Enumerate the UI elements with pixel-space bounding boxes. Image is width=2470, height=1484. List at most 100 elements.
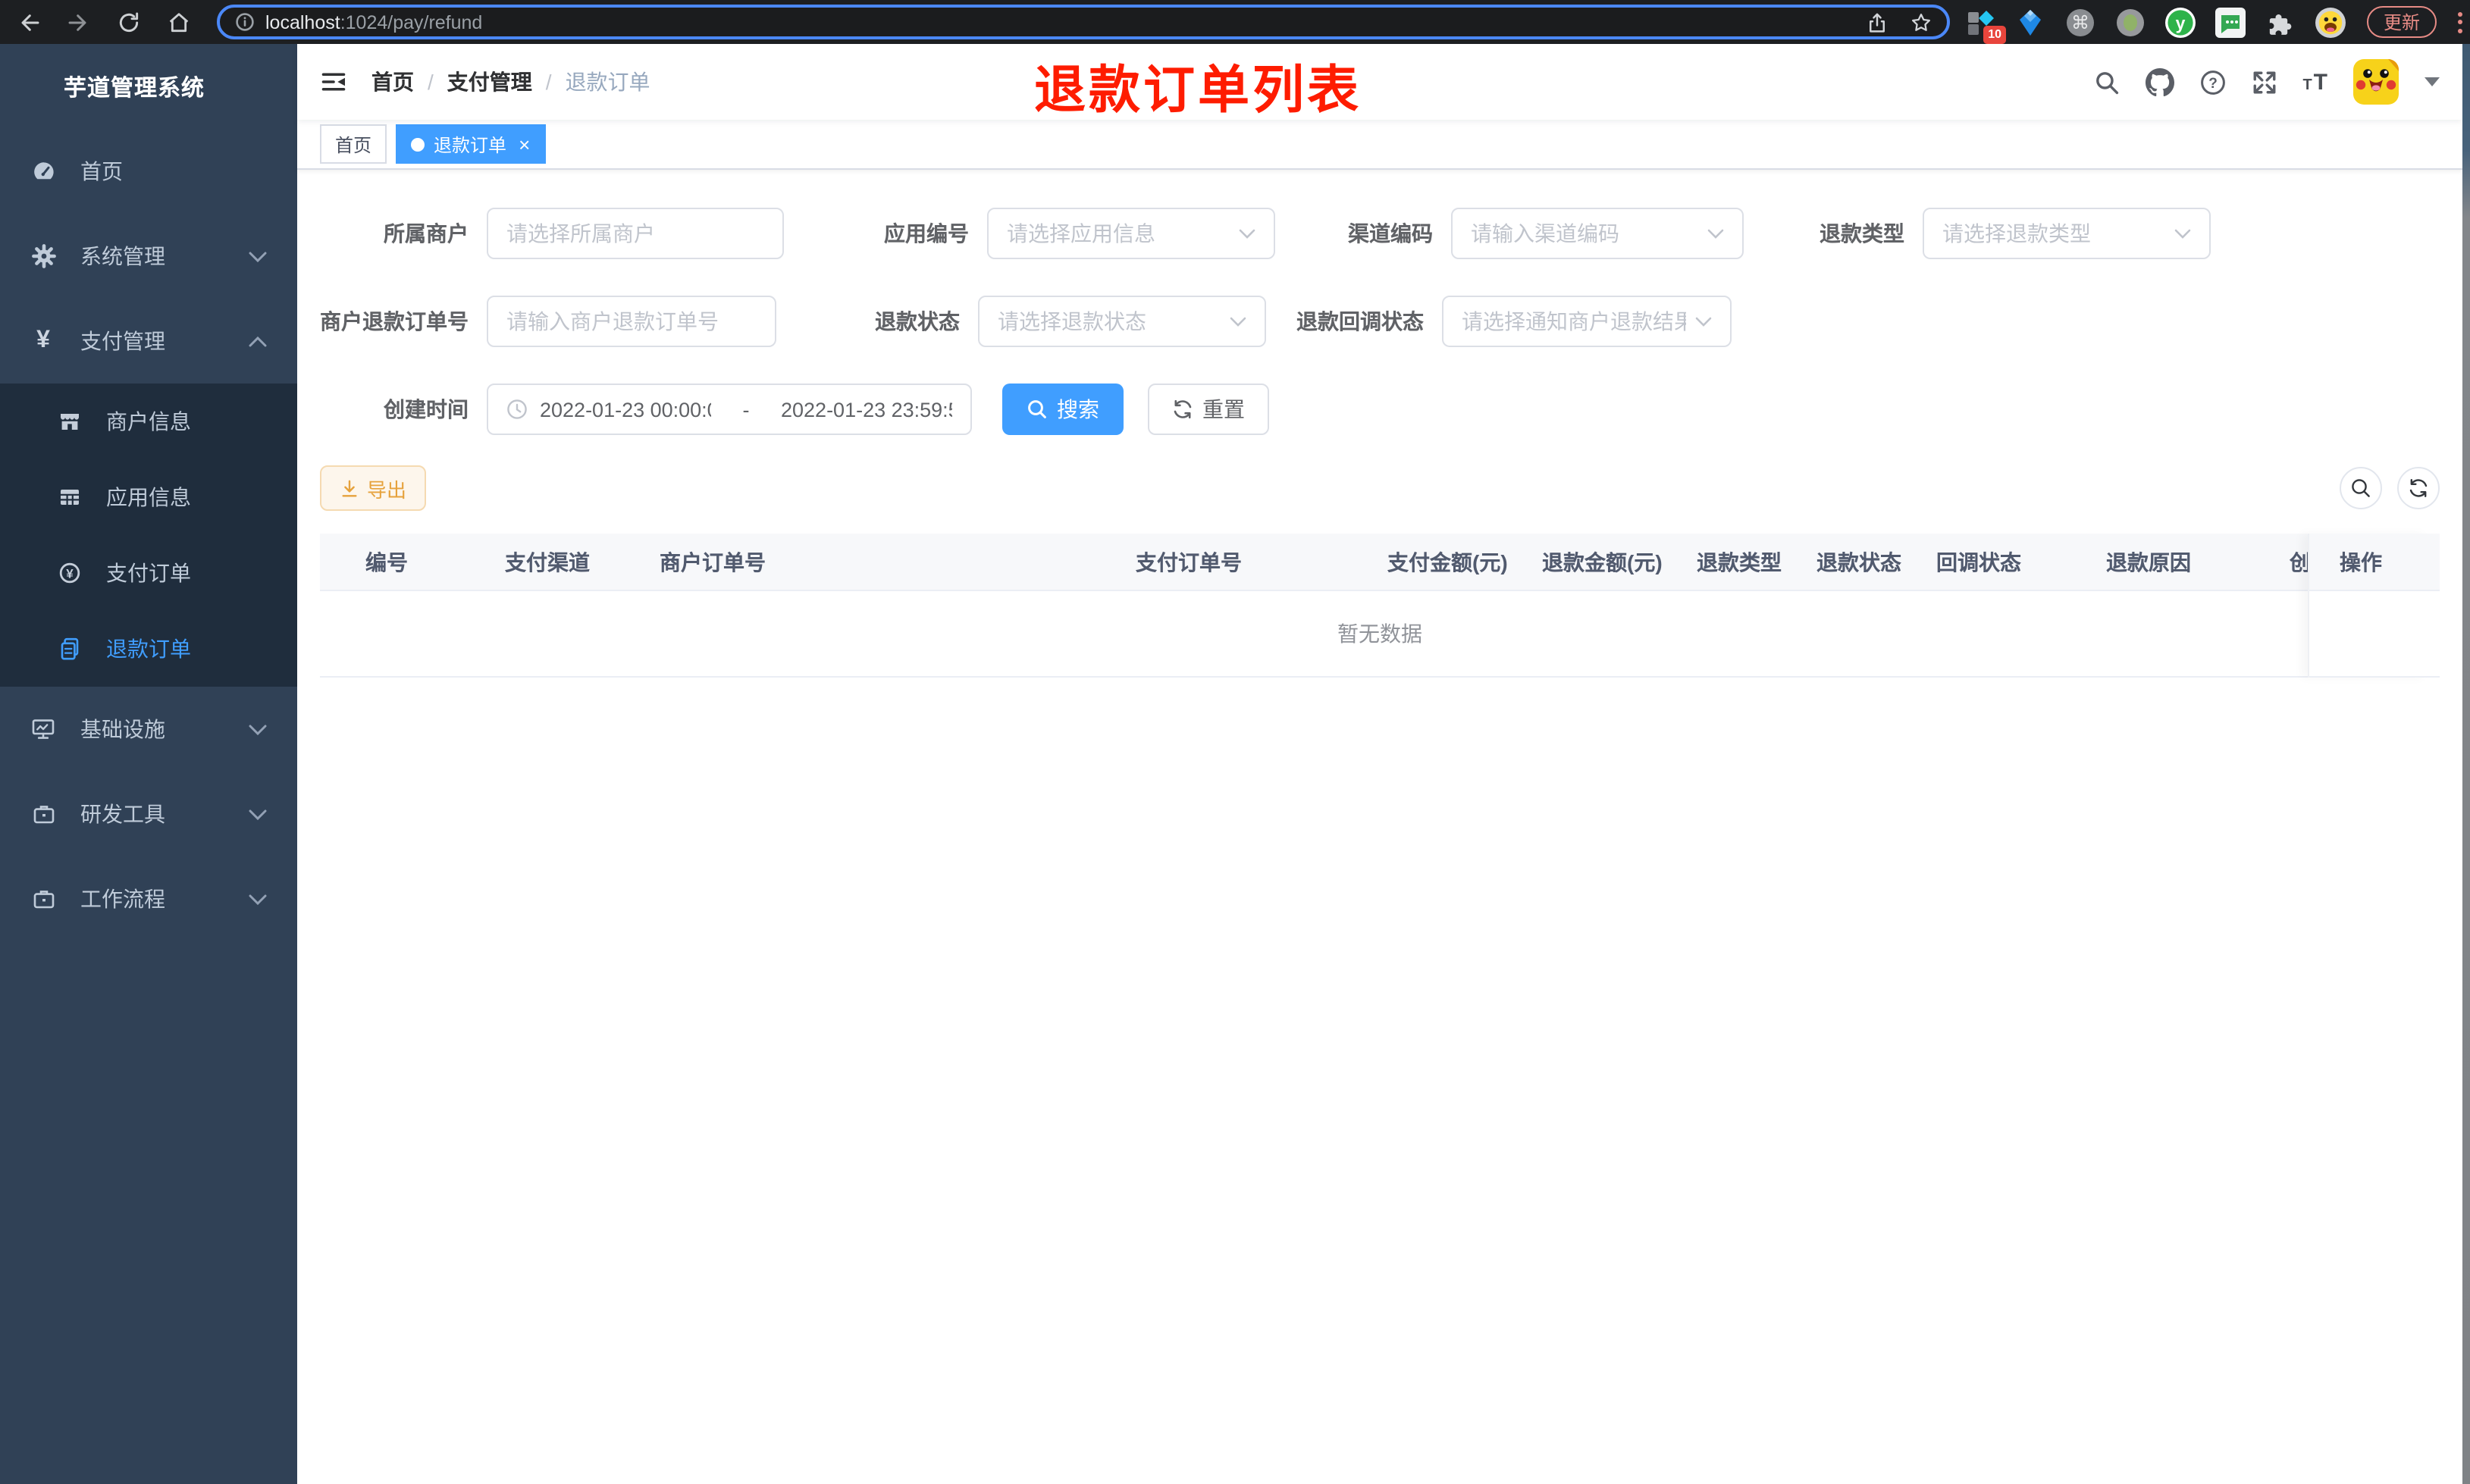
home-icon[interactable] <box>167 10 191 34</box>
search-button[interactable]: 搜索 <box>1002 384 1124 435</box>
url-host: localhost <box>265 11 340 33</box>
storefront-icon <box>58 409 82 434</box>
clock-icon <box>506 399 528 420</box>
column-header: 编号 <box>365 549 408 574</box>
filter-create-time: 创建时间 2022-01-23 00:00:00 - 2022-01-23 23… <box>320 384 972 435</box>
filter-refund-type: 退款类型 请选择退款类型 <box>1744 208 2211 259</box>
yen-icon: ¥ <box>36 327 50 353</box>
gem-extension-icon[interactable] <box>2015 7 2045 37</box>
address-bar[interactable]: localhost:1024/pay/refund <box>217 5 1950 39</box>
channel-select[interactable]: 请输入渠道编码 <box>1451 208 1744 259</box>
active-dot <box>411 137 425 151</box>
sidebar-item-merchant-info[interactable]: 商户信息 <box>0 384 297 459</box>
refresh-table-button[interactable] <box>2397 467 2440 509</box>
toggle-search-button[interactable] <box>2340 467 2382 509</box>
filter-row-2: 商户退款订单号 退款状态 请选择退款状态 退款回调状态 请选择通知商户退款 <box>320 296 2440 347</box>
sidebar-item-system[interactable]: 系统管理 <box>0 214 297 299</box>
tab-refund-order[interactable]: 退款订单 × <box>396 124 546 164</box>
y-extension-icon[interactable]: y <box>2165 7 2196 37</box>
reset-label: 重置 <box>1202 397 1245 421</box>
scrollbar-track[interactable] <box>2462 44 2470 1484</box>
breadcrumb-payment[interactable]: 支付管理 <box>447 67 532 97</box>
recorder-extension-icon[interactable] <box>2115 7 2146 37</box>
close-icon[interactable]: × <box>519 134 530 154</box>
app-title: 芋道管理系统 <box>64 75 205 101</box>
sidebar-item-label: 支付管理 <box>80 329 165 353</box>
chat-extension-icon[interactable] <box>2215 7 2246 37</box>
share-icon[interactable] <box>1867 11 1888 33</box>
font-size-icon[interactable]: TT <box>2302 69 2327 95</box>
help-icon[interactable]: ? <box>2199 69 2225 95</box>
forward-icon[interactable] <box>67 10 91 34</box>
user-avatar[interactable] <box>2353 59 2399 105</box>
chevron-down-icon <box>1239 228 1255 239</box>
command-extension-icon[interactable]: ⌘ <box>2065 7 2095 37</box>
avatar-caret-icon[interactable] <box>2425 77 2440 86</box>
briefcase-icon <box>30 802 56 826</box>
collapse-sidebar-icon[interactable] <box>320 68 347 95</box>
chrome-update-button[interactable]: 更新 <box>2367 6 2437 38</box>
sidebar-item-payment[interactable]: ¥ 支付管理 <box>0 299 297 384</box>
export-button[interactable]: 导出 <box>320 465 427 511</box>
field-label: 退款类型 <box>1820 221 1904 246</box>
chevron-down-icon <box>1230 316 1246 327</box>
fullscreen-icon[interactable] <box>2251 69 2277 95</box>
refund-type-select[interactable]: 请选择退款类型 <box>1923 208 2211 259</box>
sidebar-item-label: 基础设施 <box>80 717 165 741</box>
profile-emoji-icon[interactable] <box>2315 7 2346 37</box>
svg-text:y: y <box>2176 12 2186 32</box>
sidebar-logo[interactable]: 芋道管理系统 <box>0 44 297 129</box>
sidebar-item-pay-order[interactable]: ¥ 支付订单 <box>0 535 297 611</box>
table-toolbar: 导出 <box>320 465 2440 511</box>
column-header: 支付金额(元) <box>1387 549 1508 574</box>
extensions-puzzle-icon[interactable] <box>2265 7 2296 37</box>
reset-button[interactable]: 重置 <box>1148 384 1269 435</box>
tab-manager-extension-icon[interactable]: 10 <box>1965 7 2006 43</box>
breadcrumb-separator: / <box>428 70 434 94</box>
sidebar-item-label: 首页 <box>80 159 123 183</box>
notify-status-select[interactable]: 请选择通知商户退款结果 <box>1442 296 1732 347</box>
filter-merchant: 所属商户 <box>320 208 784 259</box>
extension-badge: 10 <box>1983 25 2006 43</box>
sidebar-submenu-payment: 商户信息 应用信息 ¥ 支付订单 退款订单 <box>0 384 297 687</box>
browser-window: localhost:1024/pay/refund 10 ⌘ y 更新 芋道管… <box>0 0 2470 1484</box>
dashboard-icon <box>30 159 56 183</box>
chevron-down-icon <box>249 724 267 734</box>
sidebar-item-app-info[interactable]: 应用信息 <box>0 459 297 535</box>
date-range-picker[interactable]: 2022-01-23 00:00:00 - 2022-01-23 23:59:5… <box>487 384 972 435</box>
select-placeholder: 请选择退款类型 <box>1942 221 2091 246</box>
browser-toolbar: localhost:1024/pay/refund 10 ⌘ y 更新 <box>0 0 2470 44</box>
github-icon[interactable] <box>2145 67 2174 96</box>
breadcrumb-separator: / <box>545 70 552 94</box>
column-header: 退款状态 <box>1816 549 1901 574</box>
sidebar-item-infra[interactable]: 基础设施 <box>0 687 297 772</box>
filter-row-1: 所属商户 应用编号 请选择应用信息 渠道编码 请输入渠道编码 <box>320 208 2440 259</box>
merchant-refund-no-input[interactable] <box>487 296 776 347</box>
filter-channel-code: 渠道编码 请输入渠道编码 <box>1275 208 1744 259</box>
search-icon[interactable] <box>2093 69 2119 95</box>
sidebar-item-label: 支付订单 <box>106 561 191 585</box>
reload-icon[interactable] <box>117 10 141 34</box>
tab-label: 退款订单 <box>434 134 507 155</box>
back-icon[interactable] <box>17 10 41 34</box>
app-select[interactable]: 请选择应用信息 <box>987 208 1275 259</box>
browser-menu-icon[interactable] <box>2450 7 2470 37</box>
merchant-select[interactable] <box>487 208 784 259</box>
refund-status-select[interactable]: 请选择退款状态 <box>978 296 1266 347</box>
breadcrumb: 首页 / 支付管理 / 退款订单 <box>371 67 650 97</box>
sidebar-item-workflow[interactable]: 工作流程 <box>0 856 297 941</box>
bookmark-star-icon[interactable] <box>1910 11 1932 33</box>
select-placeholder: 请选择通知商户退款结果 <box>1462 309 1686 333</box>
sidebar-item-refund-order[interactable]: 退款订单 <box>0 611 297 687</box>
date-separator: - <box>742 398 750 421</box>
sidebar-item-home[interactable]: 首页 <box>0 129 297 214</box>
sidebar-item-devtools[interactable]: 研发工具 <box>0 772 297 856</box>
breadcrumb-home[interactable]: 首页 <box>371 67 414 97</box>
filter-refund-status: 退款状态 请选择退款状态 <box>776 296 1266 347</box>
tab-home[interactable]: 首页 <box>320 124 387 164</box>
date-start-value: 2022-01-23 00:00:00 <box>540 398 711 421</box>
page-info-icon[interactable] <box>235 12 255 32</box>
chevron-down-icon <box>1695 316 1712 327</box>
page-content: 所属商户 应用编号 请选择应用信息 渠道编码 请输入渠道编码 <box>297 170 2462 1484</box>
search-icon <box>1027 399 1048 420</box>
